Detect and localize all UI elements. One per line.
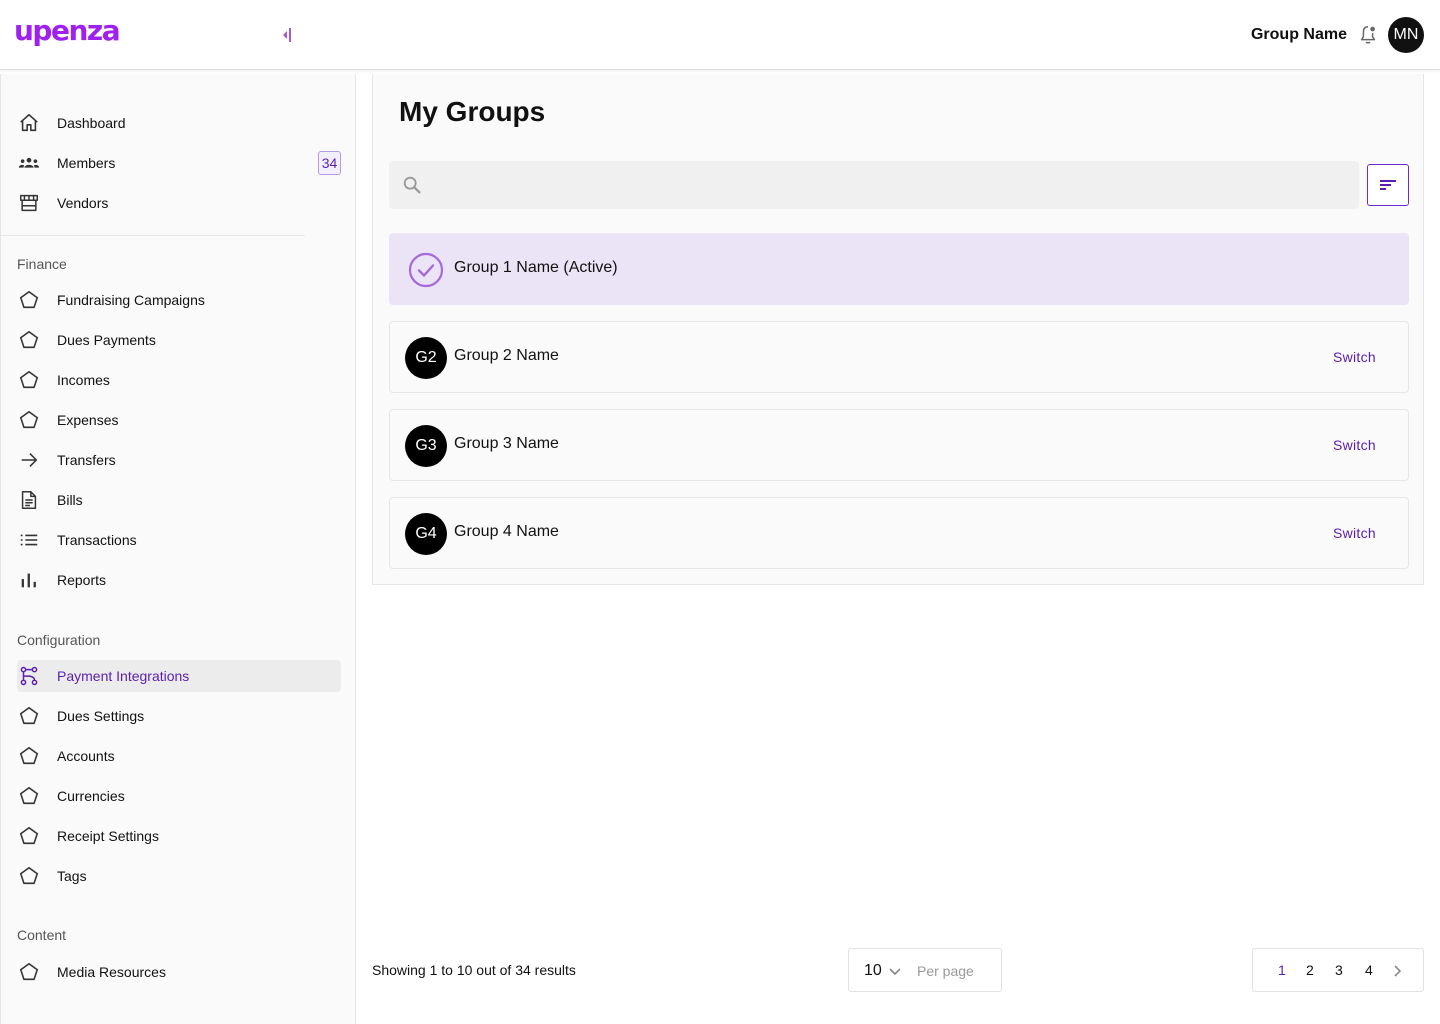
section-title-finance: Finance (17, 256, 67, 272)
group-avatar: G2 (405, 337, 447, 379)
document-icon (17, 488, 41, 512)
group-name: Group 4 Name (454, 523, 559, 540)
switch-group-link[interactable]: Switch (1333, 349, 1376, 365)
pentagon-icon (17, 784, 41, 808)
members-count-badge: 34 (318, 151, 341, 175)
results-summary: Showing 1 to 10 out of 34 results (372, 962, 576, 978)
pentagon-icon (17, 960, 41, 984)
members-icon (17, 151, 41, 175)
sidebar-item-bills[interactable]: Bills (17, 484, 341, 516)
sidebar-item-members[interactable]: Members 34 (17, 147, 341, 179)
pentagon-icon (17, 864, 41, 888)
sidebar-item-dashboard[interactable]: Dashboard (17, 107, 341, 139)
my-groups-panel: My Groups Group 1 Name (Active) G2 Group… (372, 74, 1424, 585)
sidebar-item-label: Transfers (57, 452, 116, 468)
sidebar-item-label: Accounts (57, 748, 115, 764)
sort-filter-button[interactable] (1367, 164, 1409, 206)
sidebar-item-label: Transactions (57, 532, 137, 548)
search-input[interactable] (433, 161, 1343, 209)
arrow-right-icon (17, 448, 41, 472)
sidebar-item-payment-integrations[interactable]: Payment Integrations (17, 660, 341, 692)
sidebar-item-vendors[interactable]: Vendors (17, 187, 341, 219)
sidebar-item-label: Expenses (57, 412, 119, 428)
sidebar: Dashboard Members 34 Vendors Finance Fun… (0, 74, 356, 1024)
group-name: Group 2 Name (454, 347, 559, 364)
page-title: My Groups (399, 96, 546, 127)
sidebar-item-dues-settings[interactable]: Dues Settings (17, 700, 341, 732)
collapse-sidebar-icon[interactable] (280, 26, 294, 44)
sidebar-item-label: Members (57, 155, 116, 171)
search-icon (403, 176, 421, 194)
sidebar-item-label: Fundraising Campaigns (57, 292, 205, 308)
check-circle-icon (408, 252, 444, 288)
chevron-down-icon[interactable] (887, 963, 903, 979)
sort-icon (1380, 180, 1396, 190)
pentagon-icon (17, 368, 41, 392)
group-card: G2 Group 2 Name Switch (389, 321, 1409, 393)
page-number-4[interactable]: 4 (1365, 962, 1373, 978)
pentagon-icon (17, 824, 41, 848)
pentagon-icon (17, 328, 41, 352)
sidebar-item-transactions[interactable]: Transactions (17, 524, 341, 556)
group-card-active[interactable]: Group 1 Name (Active) (389, 233, 1409, 305)
sidebar-item-label: Payment Integrations (57, 668, 190, 684)
sidebar-item-label: Media Resources (57, 964, 166, 980)
sidebar-item-currencies[interactable]: Currencies (17, 780, 341, 812)
switch-group-link[interactable]: Switch (1333, 437, 1376, 453)
sidebar-item-dues-payments[interactable]: Dues Payments (17, 324, 341, 356)
group-name: Group 1 Name (Active) (454, 259, 618, 276)
sidebar-item-expenses[interactable]: Expenses (17, 404, 341, 436)
sidebar-item-label: Dashboard (57, 115, 126, 131)
group-card: G3 Group 3 Name Switch (389, 409, 1409, 481)
store-icon (17, 191, 41, 215)
section-title-content: Content (17, 927, 67, 943)
current-group-name[interactable]: Group Name (1251, 26, 1347, 44)
group-avatar: G3 (405, 425, 447, 467)
group-name: Group 3 Name (454, 435, 559, 452)
sidebar-item-media-resources[interactable]: Media Resources (17, 956, 341, 988)
search-box[interactable] (389, 161, 1359, 209)
pentagon-icon (17, 408, 41, 432)
integration-icon (17, 664, 41, 688)
user-avatar[interactable]: MN (1388, 17, 1424, 53)
list-icon (17, 528, 41, 552)
sidebar-item-label: Dues Settings (57, 708, 145, 724)
sidebar-item-label: Dues Payments (57, 332, 156, 348)
pagination: 1 2 3 4 (1252, 948, 1424, 992)
sidebar-item-fundraising-campaigns[interactable]: Fundraising Campaigns (17, 284, 341, 316)
group-card: G4 Group 4 Name Switch (389, 497, 1409, 569)
sidebar-item-label: Incomes (57, 372, 110, 388)
group-avatar: G4 (405, 513, 447, 555)
logo[interactable]: upenza (14, 14, 121, 47)
top-header: upenza Group Name MN (0, 0, 1440, 70)
page-number-2[interactable]: 2 (1306, 962, 1314, 978)
pentagon-icon (17, 744, 41, 768)
per-page-label: Per page (917, 963, 974, 979)
page-number-3[interactable]: 3 (1335, 962, 1343, 978)
sidebar-item-label: Bills (57, 492, 83, 508)
section-title-configuration: Configuration (17, 632, 101, 648)
sidebar-item-label: Receipt Settings (57, 828, 159, 844)
sidebar-item-transfers[interactable]: Transfers (17, 444, 341, 476)
switch-group-link[interactable]: Switch (1333, 525, 1376, 541)
per-page-select[interactable]: 10 Per page (848, 948, 1002, 992)
bar-chart-icon (17, 568, 41, 592)
sidebar-item-label: Vendors (57, 195, 109, 211)
sidebar-divider (1, 235, 305, 236)
sidebar-item-accounts[interactable]: Accounts (17, 740, 341, 772)
page-number-1[interactable]: 1 (1278, 962, 1286, 978)
chevron-right-icon[interactable] (1389, 963, 1405, 979)
sidebar-item-receipt-settings[interactable]: Receipt Settings (17, 820, 341, 852)
sidebar-item-incomes[interactable]: Incomes (17, 364, 341, 396)
sidebar-item-reports[interactable]: Reports (17, 564, 341, 596)
pentagon-icon (17, 704, 41, 728)
home-icon (17, 111, 41, 135)
notification-bell-icon[interactable] (1357, 24, 1379, 46)
per-page-value: 10 (864, 962, 882, 979)
sidebar-item-label: Reports (57, 572, 107, 588)
sidebar-item-label: Tags (57, 868, 87, 884)
sidebar-item-label: Currencies (57, 788, 125, 804)
sidebar-item-tags[interactable]: Tags (17, 860, 341, 892)
pentagon-icon (17, 288, 41, 312)
